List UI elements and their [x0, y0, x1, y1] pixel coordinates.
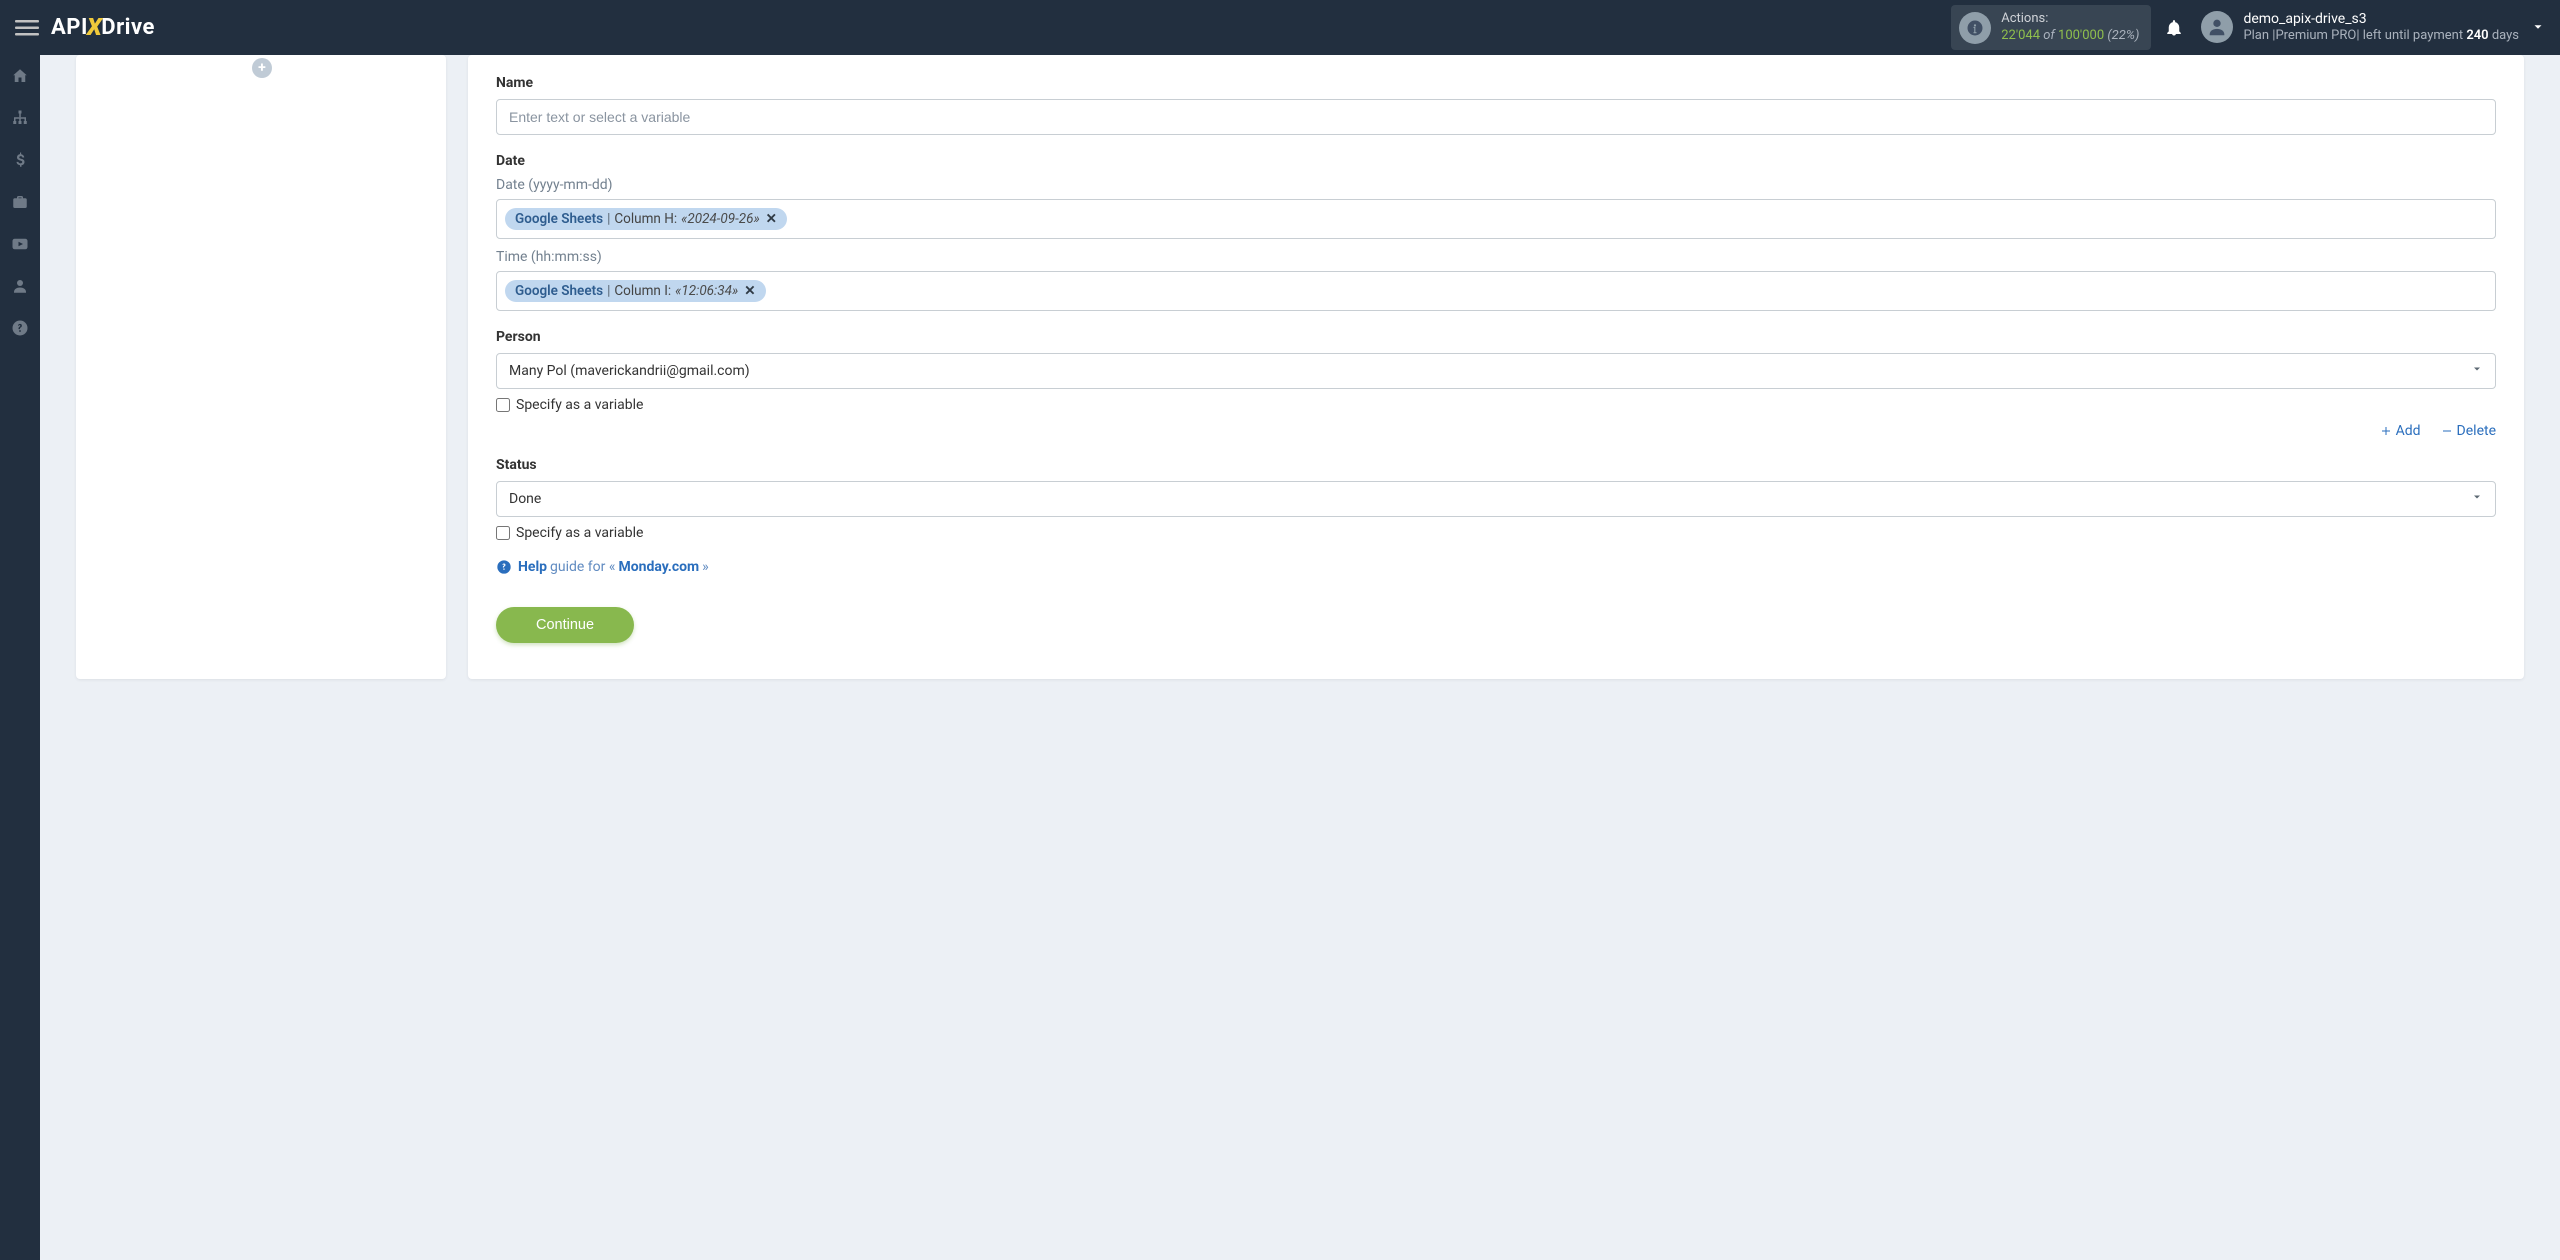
person-label: Person: [496, 329, 2496, 345]
name-input[interactable]: [496, 99, 2496, 135]
info-icon: [1959, 12, 1991, 44]
sidebar-item-connections[interactable]: [0, 97, 40, 139]
username: demo_apix-drive_s3: [2243, 10, 2519, 28]
avatar-icon: [2201, 11, 2233, 43]
add-step-button[interactable]: +: [252, 58, 272, 78]
status-specify-checkbox[interactable]: [496, 526, 510, 540]
logo-pre: API: [51, 15, 88, 40]
minus-icon: [2441, 425, 2453, 437]
field-person: Person Many Pol (maverickandrii@gmail.co…: [496, 329, 2496, 439]
sidebar-item-billing[interactable]: [0, 139, 40, 181]
profile-menu[interactable]: demo_apix-drive_s3 Plan |Premium PRO| le…: [2201, 10, 2545, 45]
field-date: Date Date (yyyy-mm-dd) Google Sheets | C…: [496, 153, 2496, 311]
person-select[interactable]: Many Pol (maverickandrii@gmail.com): [496, 353, 2496, 389]
chevron-down-icon: [2471, 363, 2483, 379]
sidebar-item-home[interactable]: [0, 55, 40, 97]
person-specify-checkbox[interactable]: [496, 398, 510, 412]
topbar: API X Drive Actions: 22'044 of 100'000 (…: [0, 0, 2560, 55]
status-specify-variable[interactable]: Specify as a variable: [496, 525, 2496, 541]
bell-icon[interactable]: [2165, 19, 2183, 37]
time-sublabel: Time (hh:mm:ss): [496, 249, 2496, 265]
actions-total: 100'000: [2058, 28, 2104, 43]
field-name: Name: [496, 75, 2496, 135]
status-value: Done: [509, 491, 541, 507]
logo-post: Drive: [101, 15, 155, 40]
date-chip[interactable]: Google Sheets | Column H: «2024-09-26» ✕: [505, 208, 787, 230]
status-label: Status: [496, 457, 2496, 473]
plus-icon: [2380, 425, 2392, 437]
logo[interactable]: API X Drive: [51, 14, 155, 42]
date-sublabel: Date (yyyy-mm-dd): [496, 177, 2496, 193]
sidebar-item-account[interactable]: [0, 265, 40, 307]
date-chip-remove[interactable]: ✕: [766, 211, 777, 227]
time-chip[interactable]: Google Sheets | Column I: «12:06:34» ✕: [505, 280, 766, 302]
sidebar-item-help[interactable]: [0, 307, 40, 349]
hamburger-icon: [15, 16, 39, 40]
hamburger-menu[interactable]: [15, 16, 39, 40]
plan-info: Plan |Premium PRO| left until payment 24…: [2243, 28, 2519, 45]
date-input[interactable]: Google Sheets | Column H: «2024-09-26» ✕: [496, 199, 2496, 239]
actions-current: 22'044: [2001, 28, 2040, 43]
actions-counter[interactable]: Actions: 22'044 of 100'000 (22%): [1951, 5, 2151, 51]
logo-x: X: [87, 13, 102, 41]
continue-button[interactable]: Continue: [496, 607, 634, 643]
actions-pct: (22%): [2104, 28, 2139, 43]
left-panel: +: [76, 55, 446, 679]
help-link[interactable]: Help guide for « Monday.com »: [496, 559, 2496, 575]
field-status: Status Done Specify as a variable: [496, 457, 2496, 541]
status-select[interactable]: Done: [496, 481, 2496, 517]
form-panel: Name Date Date (yyyy-mm-dd) Google Sheet…: [468, 55, 2524, 679]
person-specify-variable[interactable]: Specify as a variable: [496, 397, 2496, 413]
help-icon: [496, 559, 512, 575]
actions-of: of: [2040, 28, 2058, 43]
sidebar: [0, 55, 40, 1260]
sidebar-item-briefcase[interactable]: [0, 181, 40, 223]
actions-label: Actions:: [2001, 11, 2139, 28]
delete-link[interactable]: Delete: [2441, 423, 2496, 439]
chevron-down-icon: [2471, 491, 2483, 507]
name-label: Name: [496, 75, 2496, 91]
date-label: Date: [496, 153, 2496, 169]
time-chip-remove[interactable]: ✕: [744, 283, 755, 299]
main-content: + Name Date Date (yyyy-mm-dd) Google She…: [40, 55, 2560, 1260]
sidebar-item-video[interactable]: [0, 223, 40, 265]
add-link[interactable]: Add: [2380, 423, 2421, 439]
time-input[interactable]: Google Sheets | Column I: «12:06:34» ✕: [496, 271, 2496, 311]
person-value: Many Pol (maverickandrii@gmail.com): [509, 363, 750, 379]
chevron-down-icon: [2531, 20, 2545, 34]
